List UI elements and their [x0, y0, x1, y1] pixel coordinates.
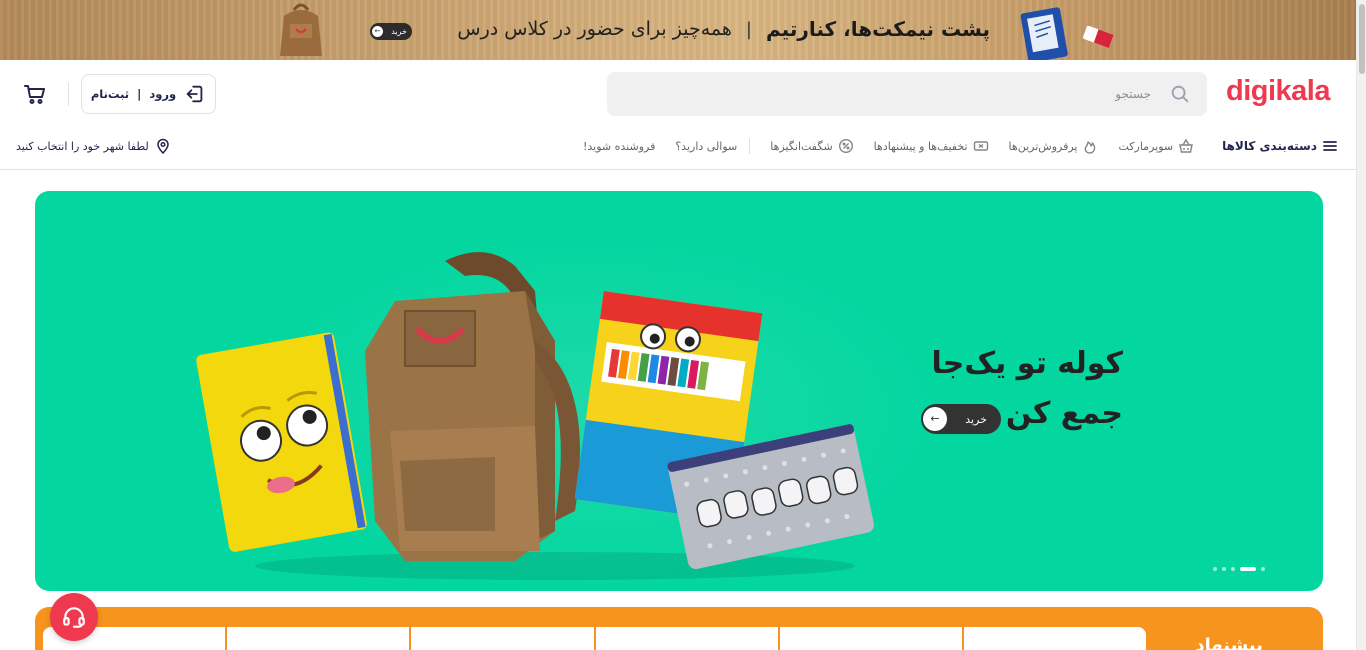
carousel-dots — [1213, 567, 1265, 571]
amazing-offers-section: پیشنهاد — [35, 607, 1323, 650]
search-box[interactable] — [607, 72, 1207, 116]
offer-title: پیشنهاد — [1195, 635, 1263, 650]
strip-buy-button[interactable]: ← خرید — [370, 23, 412, 40]
strip-separator: | — [745, 18, 752, 40]
header-divider — [68, 82, 69, 106]
nav-item-faq[interactable]: سوالی دارید؟ — [675, 140, 737, 153]
notebook-image — [1020, 7, 1068, 60]
top-promo-banner[interactable]: ← خرید پشت نیمکت‌ها، کنارتیم | همه‌چیز ب… — [0, 0, 1356, 60]
coupon-icon — [973, 141, 988, 151]
support-chat-button[interactable] — [50, 593, 98, 641]
offer-card[interactable] — [777, 627, 962, 650]
login-separator: | — [137, 87, 142, 101]
nav-label: شگفت‌انگیزها — [770, 139, 833, 153]
carousel-dot[interactable] — [1222, 567, 1226, 571]
city-label: لطفا شهر خود را انتخاب کنید — [16, 139, 149, 153]
nav-label: سوالی دارید؟ — [675, 139, 738, 153]
headset-icon — [63, 607, 85, 628]
nav-item-become-seller[interactable]: فروشنده شوید! — [583, 140, 655, 153]
basket-icon — [1179, 138, 1193, 153]
offer-card[interactable] — [225, 627, 409, 650]
carousel-dot-active[interactable] — [1240, 567, 1256, 571]
hero-banner[interactable]: کوله تو یک‌جا جمع کن ← خرید — [35, 191, 1323, 591]
strip-text: پشت نیمکت‌ها، کنارتیم | همه‌چیز برای حضو… — [420, 17, 990, 41]
offer-card[interactable] — [961, 627, 1146, 650]
nav-label: فروشنده شوید! — [582, 139, 656, 153]
search-icon[interactable] — [1169, 83, 1191, 105]
nav-item-bestsellers[interactable]: پرفروش‌ترین‌ها — [1009, 138, 1099, 154]
nav-items: دسته‌بندی کالاها سوپرمارکت پرفروش‌ترین‌ه… — [563, 132, 1338, 160]
nav-item-offers[interactable]: تخفیف‌ها و پیشنهادها — [874, 138, 989, 154]
nav-item-amazing-offers[interactable]: شگفت‌انگیزها — [770, 138, 853, 154]
offer-card[interactable] — [409, 627, 593, 650]
hero-buy-button[interactable]: ← خرید — [921, 404, 1001, 434]
cart-icon[interactable] — [23, 82, 47, 106]
nav-item-supermarket[interactable]: سوپرمارکت — [1118, 138, 1194, 154]
arrow-left-icon: ← — [923, 407, 947, 431]
offer-card[interactable] — [593, 627, 778, 650]
search-input[interactable] — [607, 72, 1155, 116]
percent-icon — [838, 138, 853, 154]
digikala-logo[interactable]: digikala — [1226, 75, 1331, 108]
page: ← خرید پشت نیمکت‌ها، کنارتیم | همه‌چیز ب… — [0, 0, 1366, 650]
login-register-button[interactable]: ورود | ثبت‌نام — [81, 74, 216, 114]
nav-separator — [749, 138, 751, 154]
carousel-dot[interactable] — [1261, 567, 1265, 571]
nav-item-categories[interactable]: دسته‌بندی کالاها — [1222, 138, 1338, 154]
site-header: digikala ورود | ثبت‌نام — [0, 60, 1356, 170]
scrollbar-thumb[interactable] — [1359, 4, 1365, 74]
arrow-left-icon: ← — [372, 26, 383, 37]
page-scrollbar[interactable] — [1356, 0, 1366, 650]
city-selector[interactable]: لطفا شهر خود را انتخاب کنید — [16, 138, 171, 154]
backpack-image — [280, 3, 322, 56]
carousel-dot[interactable] — [1231, 567, 1235, 571]
register-label: ثبت‌نام — [90, 87, 130, 101]
location-pin-icon — [157, 138, 169, 154]
nav-label: تخفیف‌ها و پیشنهادها — [873, 139, 968, 153]
strip-subtitle: همه‌چیز برای حضور در کلاس درس — [457, 18, 732, 40]
hero-title-line1: کوله تو یک‌جا — [931, 346, 1123, 381]
carousel-dot[interactable] — [1213, 567, 1217, 571]
offer-product-cards — [43, 627, 1146, 650]
nav-label: سوپرمارکت — [1118, 139, 1174, 153]
eraser-image — [1083, 26, 1114, 48]
nav-label: پرفروش‌ترین‌ها — [1008, 139, 1078, 153]
school-supplies-image — [196, 252, 875, 580]
menu-icon — [1323, 141, 1337, 151]
nav-label: دسته‌بندی کالاها — [1222, 139, 1317, 153]
hero-buy-label: خرید — [965, 412, 987, 426]
strip-buy-label: خرید — [391, 27, 407, 36]
main-nav: دسته‌بندی کالاها سوپرمارکت پرفروش‌ترین‌ه… — [0, 132, 1356, 160]
fire-icon — [1085, 141, 1096, 154]
strip-title: پشت نیمکت‌ها، کنارتیم — [766, 17, 990, 41]
login-label: ورود — [149, 87, 177, 101]
login-icon — [186, 85, 203, 103]
